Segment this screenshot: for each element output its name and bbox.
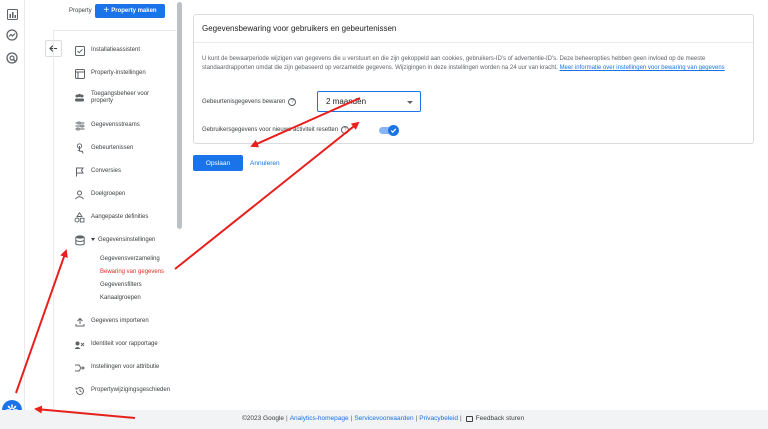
save-button[interactable]: Opslaan [193,155,243,171]
sub-item-data-collection[interactable]: Gegevensverzameling [100,256,160,262]
icon-rail [0,0,25,429]
data-retention-card: Gegevensbewaring voor gebruikers en gebe… [193,14,754,144]
nav-item-label: Property-instellingen [91,70,146,76]
checklist-icon [74,45,85,56]
caret-down-icon [91,237,95,241]
sub-item-data-filters[interactable]: Gegevensfilters [100,282,142,288]
card-divider [194,42,753,43]
audience-icon [74,189,85,200]
nav-item-change-history[interactable]: Propertywijzigingsgeschieden [54,385,177,396]
nav-item-setup-assistant[interactable]: Installatieassistent [54,45,177,56]
plus-icon: + [103,5,110,16]
nav-item-reporting-identity[interactable]: Identiteit voor rapportage [54,339,177,350]
property-label: Property [69,8,92,14]
nav-item-custom-definitions[interactable]: Aangepaste definities [54,212,177,223]
reset-row: Gebruikersgegevens voor nieuwe activitei… [202,126,350,134]
nav-item-label: Gebeurtenissen [91,145,134,151]
card-title: Gegevensbewaring voor gebruikers en gebe… [202,24,397,33]
nav-item-label: Toegangsbeheer voor property [91,91,150,104]
nav-scroll-thumb[interactable] [177,2,182,229]
event-retention-label: Gebeurtenisgegevens bewaren [202,99,286,105]
help-icon[interactable]: ? [288,98,297,106]
footer-link-terms[interactable]: Servicevoorwaarden [354,415,413,422]
dropdown-arrow-icon [407,101,413,104]
nav-item-label: Doelgroepen [91,191,126,197]
nav-item-label: Gegevensinstellingen [91,237,155,244]
nav-item-label: Instellingen voor attributie [91,364,160,370]
nav-item-label: Propertywijzigingsgeschieden [91,387,171,393]
history-icon [74,385,85,396]
sub-item-channel-groups[interactable]: Kanaalgroepen [100,295,141,301]
event-retention-select[interactable]: 2 maanden [317,91,421,112]
nav-item-data-import[interactable]: Gegevens importeren [54,316,177,327]
sub-item-data-retention[interactable]: Bewaring van gegevens [100,269,164,275]
nav-item-data-settings[interactable]: Gegevensinstellingen [54,235,177,246]
nav-item-attribution-settings[interactable]: Instellingen voor attributie [54,362,177,373]
advertising-icon[interactable] [5,51,19,65]
nav-item-label: Identiteit voor rapportage [91,341,158,347]
flag-icon [74,166,85,177]
reset-label: Gebruikersgegevens voor nieuwe activitei… [202,127,339,133]
property-icon [74,68,85,79]
cancel-button[interactable]: Annuleren [250,155,280,171]
property-header: Property + Property maken [53,0,176,30]
nav-item-audiences[interactable]: Doelgroepen [54,189,177,200]
attribution-icon [74,362,85,373]
footer-link-privacy[interactable]: Privacybeleid [419,415,458,422]
footer-link-homepage[interactable]: Analytics-homepage [290,415,349,422]
nav-item-label: Aangepaste definities [91,214,149,220]
help-icon[interactable]: ? [341,126,350,134]
people-icon [74,93,85,104]
footer: ©2023 Google | Analytics-homepage | Serv… [0,410,768,429]
create-property-button[interactable]: + Property maken [95,4,165,18]
database-icon [74,235,85,246]
learn-more-link[interactable]: Meer informatie over instellingen voor b… [560,65,725,71]
nav-item-access-management[interactable]: Toegangsbeheer voor property [54,91,177,105]
create-property-label: Property maken [111,8,157,14]
nav-item-conversions[interactable]: Conversies [54,166,177,177]
admin-gap [25,0,53,429]
nav-item-property-settings[interactable]: Property-instellingen [54,68,177,79]
nav-item-label: Gegevensstreams [91,122,140,128]
shapes-icon [74,212,85,223]
identity-icon [74,339,85,350]
check-icon [388,125,399,136]
nav-item-label: Gegevens importeren [91,318,149,324]
feedback-link[interactable]: Feedback sturen [476,415,524,422]
reset-toggle[interactable] [379,125,399,136]
admin-nav: Installatieassistent Property-instelling… [53,30,176,410]
upload-icon [74,316,85,327]
feedback-icon [465,415,473,422]
card-description: U kunt de bewaarperiode wijzigen van geg… [202,55,752,73]
touch-icon [74,143,85,154]
explore-icon[interactable] [5,28,19,42]
event-retention-row: Gebeurtenisgegevens bewaren ? [202,98,297,106]
nav-item-events[interactable]: Gebeurtenissen [54,143,177,154]
reports-icon[interactable] [5,7,19,21]
streams-icon [74,120,85,131]
nav-item-label: Installatieassistent [91,47,141,53]
nav-item-label: Conversies [91,168,122,174]
nav-item-data-streams[interactable]: Gegevensstreams [54,120,177,131]
event-retention-value: 2 maanden [326,97,367,106]
copyright: ©2023 Google [242,415,285,422]
